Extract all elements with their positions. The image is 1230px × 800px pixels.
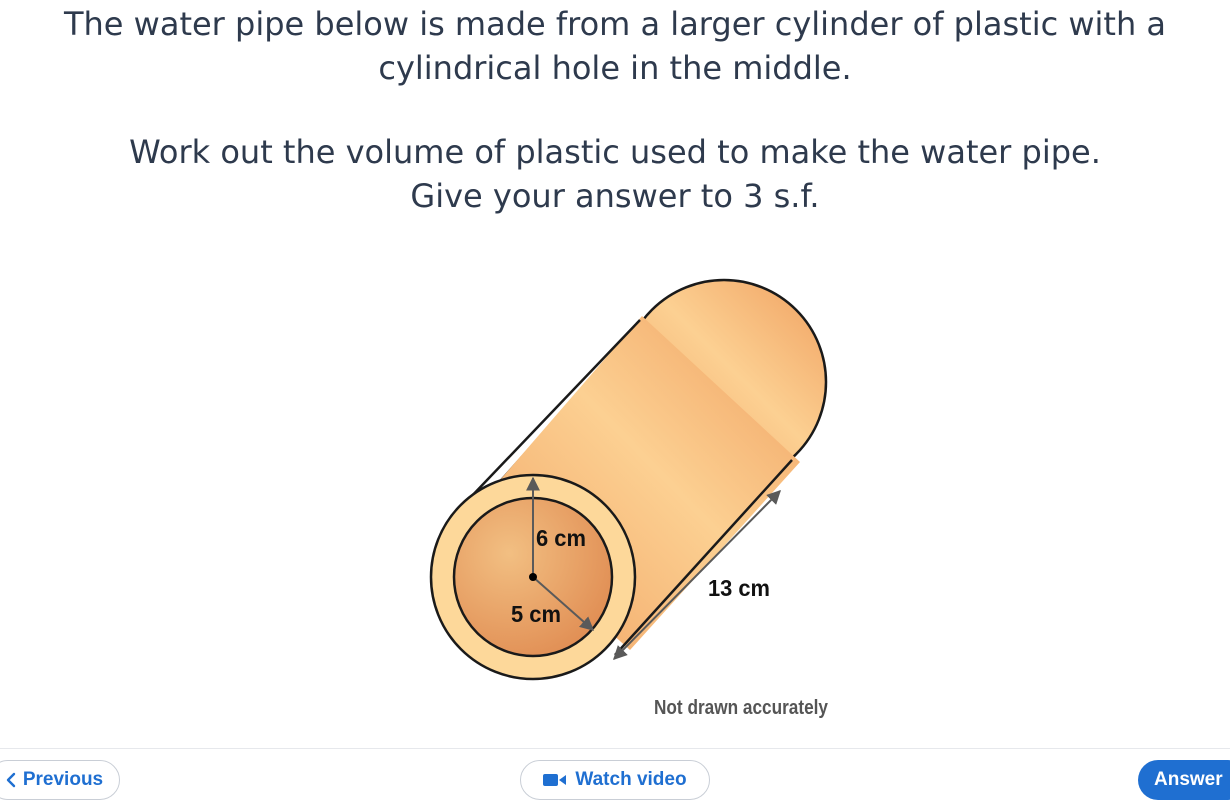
answer-button[interactable]: Answer [1138, 760, 1230, 800]
not-drawn-accurately-note: Not drawn accurately [654, 697, 829, 719]
watch-video-button[interactable]: Watch video [520, 760, 710, 800]
previous-label: Previous [22, 769, 104, 790]
length-label: 13 cm [708, 575, 770, 601]
previous-button[interactable]: Previous [0, 760, 120, 800]
inner-radius-label: 5 cm [511, 601, 561, 627]
footer-divider [0, 748, 1230, 749]
chevron-left-icon [5, 772, 17, 788]
video-camera-icon [543, 773, 567, 787]
outer-radius-label: 6 cm [536, 525, 586, 551]
answer-label: Answer [1154, 769, 1223, 790]
centre-dot [529, 573, 537, 581]
watch-video-label: Watch video [575, 769, 687, 790]
pipe-diagram: 6 cm 5 cm 13 cm Not drawn accurately [429, 278, 829, 719]
